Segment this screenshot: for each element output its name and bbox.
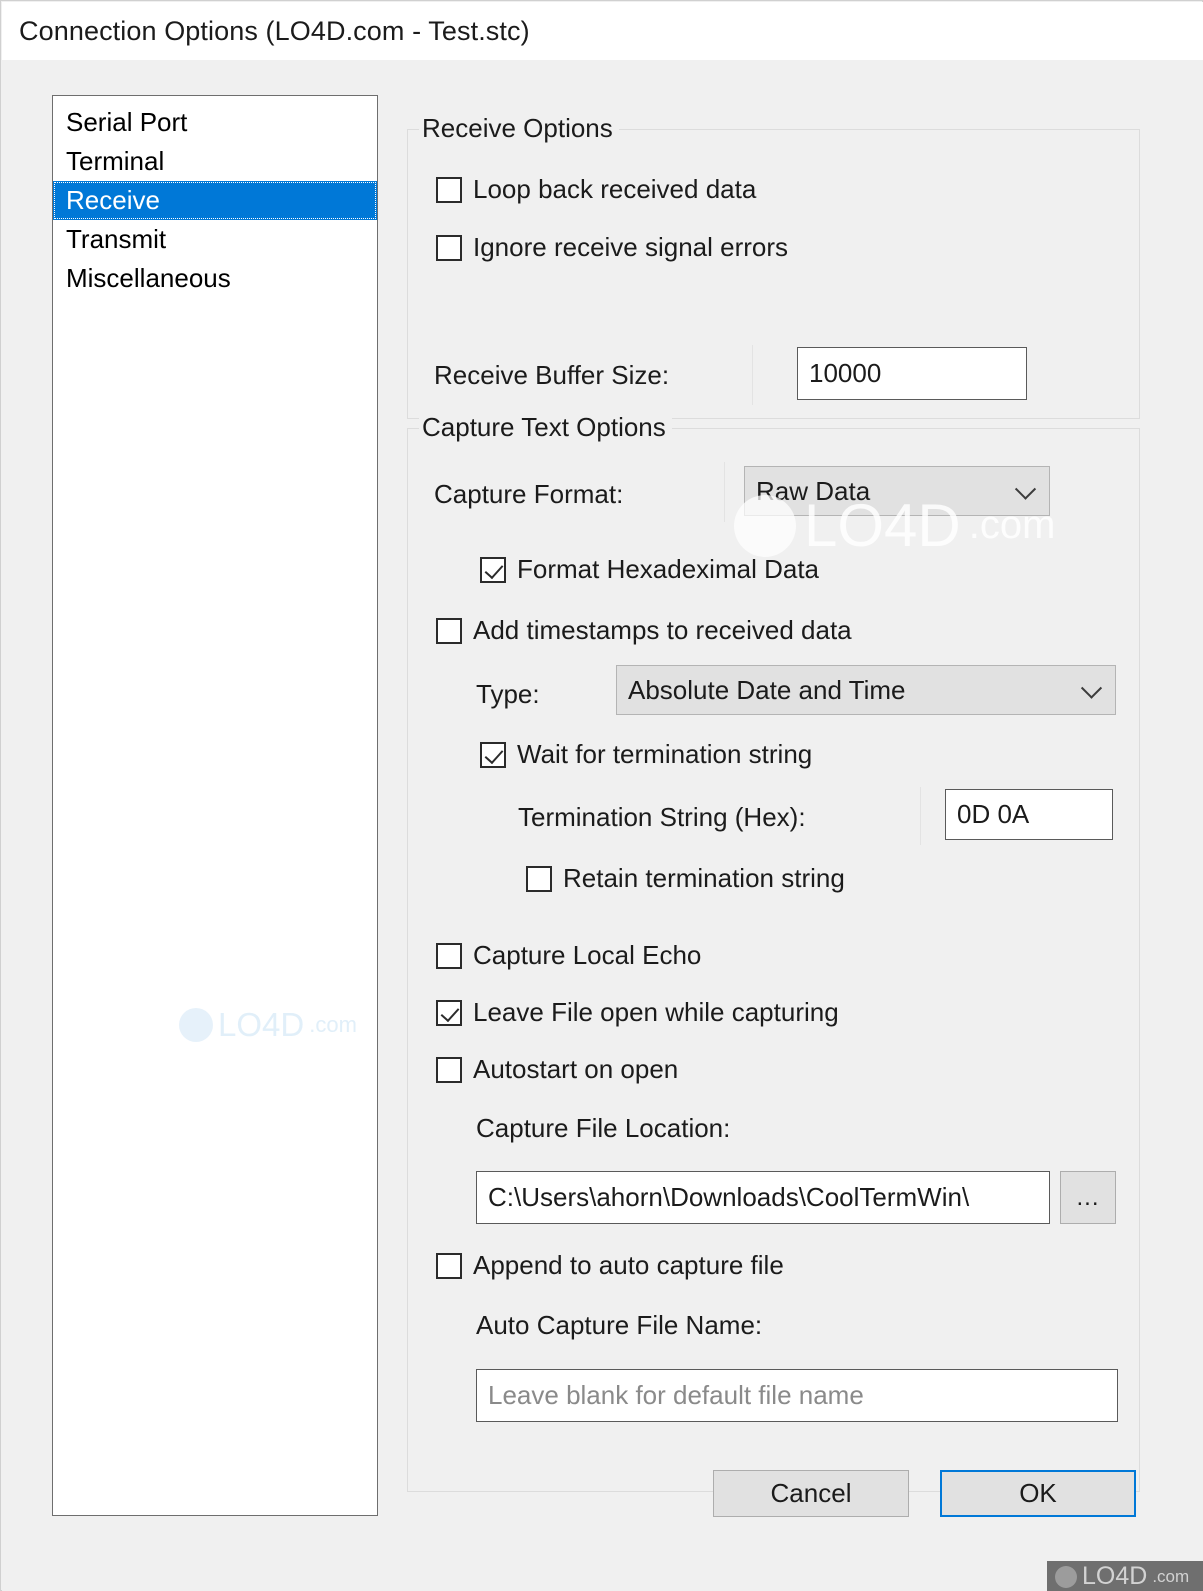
termination-string-separator (920, 787, 921, 845)
leave-file-open-checkbox[interactable] (436, 999, 462, 1026)
capture-format-separator (724, 462, 725, 522)
chevron-down-icon (1080, 677, 1103, 699)
capture-local-echo-checkbox[interactable] (436, 942, 462, 969)
capture-file-location-label: Capture File Location: (476, 1113, 731, 1143)
wait-termination-string-label: Wait for termination string (517, 739, 813, 769)
cancel-button[interactable]: Cancel (713, 1470, 909, 1517)
title-bar: Connection Options (LO4D.com - Test.stc) (2, 2, 1203, 60)
sidebar-item-miscellaneous[interactable]: Miscellaneous (53, 259, 377, 298)
timestamp-type-value: Absolute Date and Time (628, 674, 906, 705)
wait-termination-string-checkbox[interactable] (480, 741, 506, 768)
capture-file-location-input[interactable]: C:\Users\ahorn\Downloads\CoolTermWin\ (476, 1171, 1050, 1224)
ignore-receive-signal-errors-checkbox[interactable] (436, 234, 462, 261)
timestamp-type-dropdown[interactable]: Absolute Date and Time (616, 665, 1116, 715)
append-to-auto-capture-file-label: Append to auto capture file (473, 1250, 784, 1280)
autostart-on-open-checkbox[interactable] (436, 1056, 462, 1083)
capture-text-options-legend: Capture Text Options (419, 412, 672, 443)
capture-text-options-group: Capture Text Options Capture Format: Raw… (407, 412, 1140, 1492)
receive-options-group: Receive Options Loop back received data … (407, 113, 1140, 419)
settings-category-list[interactable]: Serial Port Terminal Receive Transmit Mi… (52, 95, 378, 1516)
retain-termination-string-row[interactable]: Retain termination string (526, 863, 845, 894)
receive-options-legend: Receive Options (419, 113, 619, 144)
retain-termination-string-label: Retain termination string (563, 863, 845, 893)
receive-buffer-size-input[interactable]: 10000 (797, 347, 1027, 400)
ignore-receive-signal-errors-row[interactable]: Ignore receive signal errors (436, 232, 788, 263)
format-hexadecimal-data-row[interactable]: Format Hexadeximal Data (480, 554, 819, 585)
lo4d-badge-suffix: .com (1152, 1566, 1190, 1586)
add-timestamps-row[interactable]: Add timestamps to received data (436, 615, 852, 646)
add-timestamps-checkbox[interactable] (436, 617, 462, 644)
capture-local-echo-row[interactable]: Capture Local Echo (436, 940, 701, 971)
autostart-on-open-label: Autostart on open (473, 1054, 679, 1084)
sidebar-item-transmit[interactable]: Transmit (53, 220, 377, 259)
append-to-auto-capture-file-row[interactable]: Append to auto capture file (436, 1250, 784, 1281)
ok-button[interactable]: OK (940, 1470, 1136, 1517)
chevron-down-icon (1014, 478, 1037, 500)
receive-buffer-separator (752, 345, 753, 405)
termination-string-input[interactable]: 0D 0A (945, 789, 1113, 840)
lo4d-logo-icon (1055, 1565, 1077, 1588)
lo4d-badge: LO4D .com (1047, 1561, 1203, 1591)
capture-format-dropdown[interactable]: Raw Data (744, 466, 1050, 516)
auto-capture-file-name-input[interactable]: Leave blank for default file name (476, 1369, 1118, 1422)
capture-format-label: Capture Format: (434, 479, 624, 509)
receive-buffer-size-label: Receive Buffer Size: (434, 360, 670, 390)
connection-options-dialog: Connection Options (LO4D.com - Test.stc)… (0, 0, 1203, 1591)
add-timestamps-label: Add timestamps to received data (473, 615, 852, 645)
sidebar-item-receive[interactable]: Receive (53, 181, 377, 220)
format-hexadecimal-data-checkbox[interactable] (480, 556, 506, 583)
loop-back-received-data-label: Loop back received data (473, 174, 757, 204)
sidebar-item-serial-port[interactable]: Serial Port (53, 103, 377, 142)
timestamp-type-label: Type: (476, 679, 540, 709)
browse-capture-location-button[interactable]: ... (1060, 1171, 1116, 1224)
format-hexadecimal-data-label: Format Hexadeximal Data (517, 554, 819, 584)
leave-file-open-label: Leave File open while capturing (473, 997, 839, 1027)
retain-termination-string-checkbox[interactable] (526, 865, 552, 892)
lo4d-badge-brand: LO4D (1082, 1562, 1148, 1590)
termination-string-label: Termination String (Hex): (518, 802, 806, 832)
auto-capture-file-name-label: Auto Capture File Name: (476, 1310, 763, 1340)
sidebar-item-terminal[interactable]: Terminal (53, 142, 377, 181)
loop-back-received-data-row[interactable]: Loop back received data (436, 174, 756, 205)
append-to-auto-capture-file-checkbox[interactable] (436, 1252, 462, 1279)
wait-termination-string-row[interactable]: Wait for termination string (480, 739, 812, 770)
window-title: Connection Options (LO4D.com - Test.stc) (19, 15, 530, 46)
leave-file-open-row[interactable]: Leave File open while capturing (436, 997, 839, 1028)
dialog-body: Serial Port Terminal Receive Transmit Mi… (2, 60, 1203, 1591)
loop-back-received-data-checkbox[interactable] (436, 176, 462, 203)
autostart-on-open-row[interactable]: Autostart on open (436, 1054, 678, 1085)
capture-format-value: Raw Data (756, 475, 871, 506)
ignore-receive-signal-errors-label: Ignore receive signal errors (473, 232, 789, 262)
capture-local-echo-label: Capture Local Echo (473, 940, 702, 970)
